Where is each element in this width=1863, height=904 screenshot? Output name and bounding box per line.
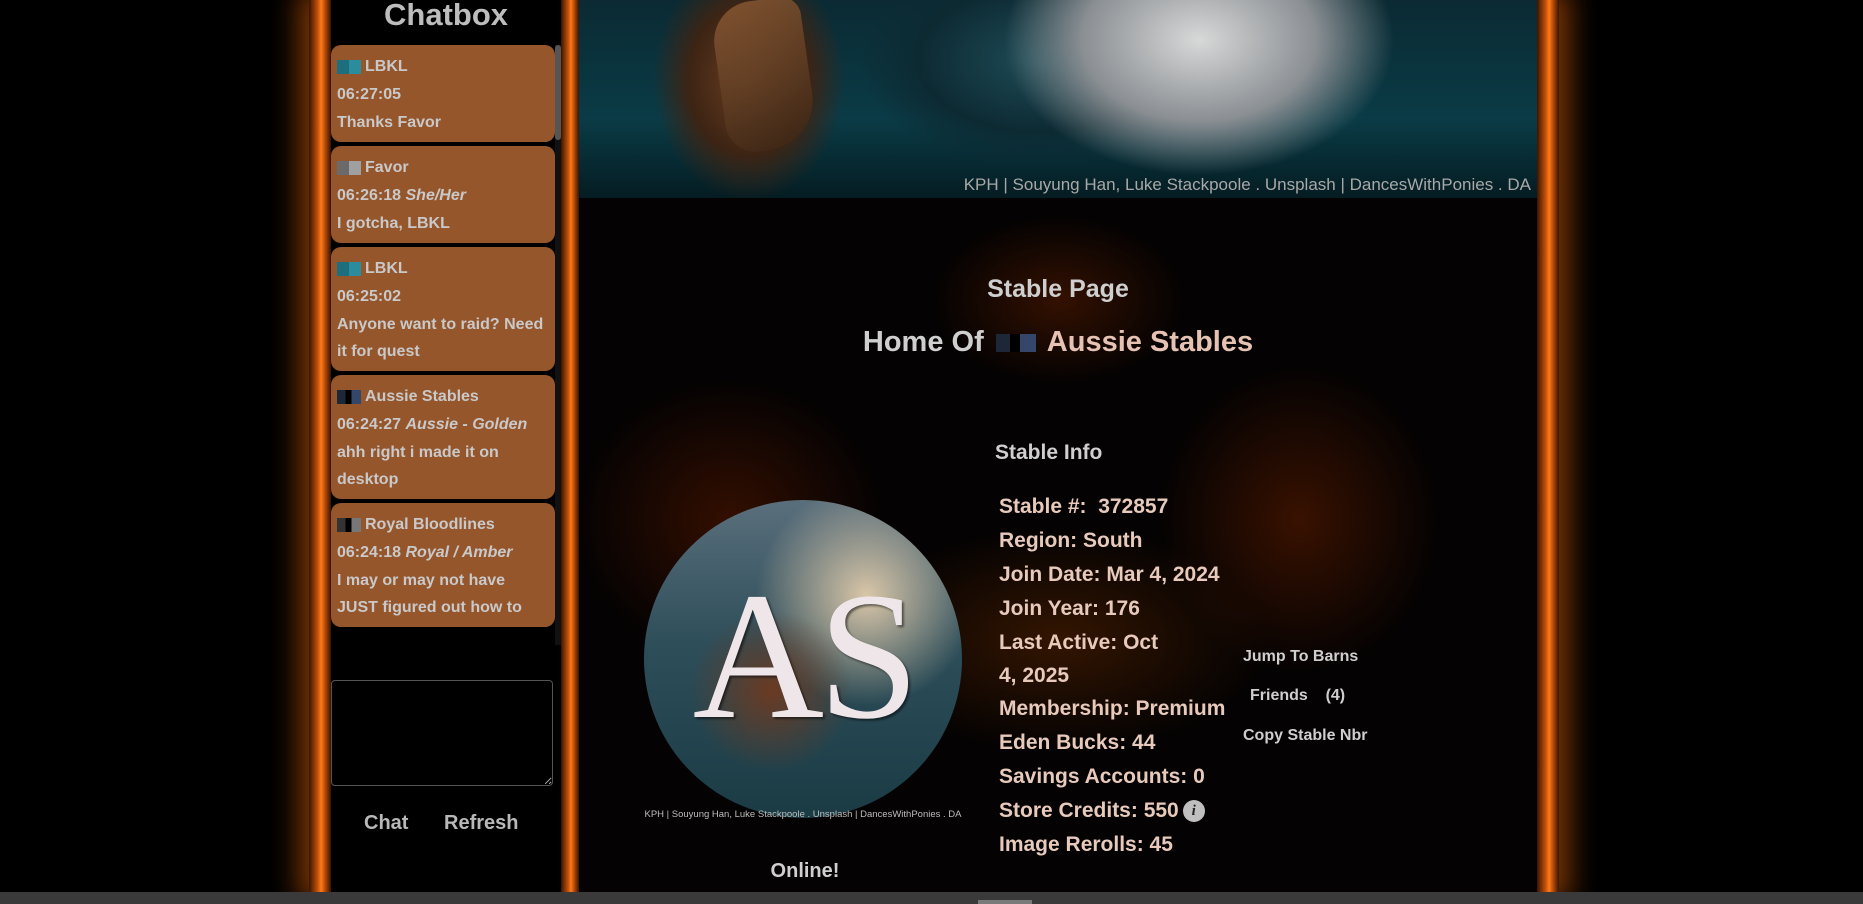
- chat-timestamp: 06:26:18: [337, 187, 402, 204]
- stable-eden-bucks: Eden Bucks: 44: [999, 731, 1156, 754]
- chat-message-input[interactable]: [331, 680, 553, 786]
- chat-username[interactable]: Favor: [365, 154, 409, 182]
- stable-logo-letters: AS: [692, 556, 920, 757]
- stable-store-credits: Store Credits: 550: [999, 799, 1179, 822]
- chat-message: Aussie Stables 06:24:27 Aussie - Golden …: [331, 375, 555, 499]
- stable-logo: AS: [644, 500, 962, 818]
- chat-message: LBKL 06:25:02 Anyone want to raid? Need …: [331, 247, 555, 371]
- logo-credit: KPH | Souyung Han, Luke Stackpoole . Uns…: [644, 809, 962, 820]
- stable-number: Stable #: 372857: [999, 495, 1169, 518]
- chat-timestamp: 06:27:05: [337, 86, 402, 103]
- chat-text: Thanks Favor: [337, 114, 442, 131]
- horizontal-scrollbar-thumb[interactable]: [978, 900, 1032, 904]
- stable-image-rerolls: Image Rerolls: 45: [999, 833, 1173, 856]
- chat-message: Royal Bloodlines 06:24:18 Royal / Amber …: [331, 503, 555, 627]
- user-flag-icon: [337, 161, 361, 175]
- chat-timestamp: 06:25:02: [337, 288, 402, 305]
- chat-pronouns: Royal / Amber: [405, 544, 513, 561]
- chat-timestamp: 06:24:27: [337, 416, 402, 433]
- copy-stable-number-link[interactable]: Copy Stable Nbr: [1243, 727, 1367, 745]
- frame-border-right: [1537, 0, 1559, 892]
- stable-info-list: Stable #: 372857 Region: South Join Date…: [999, 490, 1239, 862]
- user-flag-icon: [337, 60, 361, 74]
- chat-send-button[interactable]: Chat: [364, 812, 408, 835]
- stable-name: Aussie Stables: [1046, 326, 1254, 358]
- stable-last-active: Last Active: Oct 4, 2025: [999, 631, 1159, 687]
- banner-credit: KPH | Souyung Han, Luke Stackpoole . Uns…: [963, 175, 1531, 194]
- chat-scrollbar[interactable]: [555, 45, 561, 645]
- stable-join-date: Join Date: Mar 4, 2024: [999, 563, 1220, 586]
- stable-page-main: KPH | Souyung Han, Luke Stackpoole . Uns…: [579, 0, 1537, 892]
- stable-banner-image: KPH | Souyung Han, Luke Stackpoole . Uns…: [579, 0, 1537, 198]
- stable-join-year: Join Year: 176: [999, 597, 1140, 620]
- chat-username[interactable]: Royal Bloodlines: [365, 511, 495, 539]
- chat-username[interactable]: LBKL: [365, 255, 408, 283]
- page-title: Stable Page: [987, 275, 1129, 303]
- stable-info-title: Stable Info: [995, 441, 1103, 464]
- chat-message-list[interactable]: LBKL 06:27:05 Thanks Favor Favor 06:26:1…: [331, 45, 555, 645]
- frame-border-left: [309, 0, 331, 892]
- chatbox-title: Chatbox: [384, 0, 508, 32]
- user-flag-icon: [337, 262, 361, 276]
- chat-timestamp: 06:24:18: [337, 544, 402, 561]
- chat-text: ahh right i made it on desktop: [337, 444, 499, 488]
- chat-text: I gotcha, LBKL: [337, 215, 450, 232]
- jump-to-barns-link[interactable]: Jump To Barns: [1243, 648, 1358, 666]
- friends-link[interactable]: Friends (4): [1250, 687, 1345, 705]
- chat-username[interactable]: Aussie Stables: [365, 383, 479, 411]
- stable-region: Region: South: [999, 529, 1143, 552]
- chat-message: Favor 06:26:18 She/Her I gotcha, LBKL: [331, 146, 555, 243]
- friends-count: (4): [1325, 687, 1346, 704]
- user-flag-icon: [337, 518, 361, 532]
- chat-pronouns: She/Her: [405, 187, 466, 204]
- friends-label: Friends: [1250, 687, 1308, 704]
- stable-store-credits-row: Store Credits: 550 i: [999, 794, 1239, 828]
- stable-home-heading: Home Of Aussie Stables: [579, 326, 1537, 359]
- chat-text: Anyone want to raid? Need it for quest: [337, 316, 544, 360]
- frame-border-middle: [561, 0, 579, 892]
- user-flag-icon: [337, 390, 361, 404]
- stable-membership: Membership: Premium: [999, 697, 1226, 720]
- stable-flag-icon: [995, 334, 1036, 353]
- horizontal-scrollbar[interactable]: [0, 892, 1863, 904]
- banner-horse-shape: [708, 0, 820, 156]
- chat-username[interactable]: LBKL: [365, 53, 408, 81]
- chat-refresh-button[interactable]: Refresh: [444, 812, 518, 835]
- online-status: Online!: [770, 860, 840, 882]
- chat-scrollbar-thumb[interactable]: [555, 45, 561, 140]
- chat-text: I may or may not have JUST figured out h…: [337, 572, 522, 616]
- chat-pronouns: Aussie - Golden: [405, 416, 528, 433]
- chat-message: LBKL 06:27:05 Thanks Favor: [331, 45, 555, 142]
- home-prefix: Home Of: [862, 326, 984, 358]
- info-icon[interactable]: i: [1182, 800, 1205, 823]
- stable-savings-accounts: Savings Accounts: 0: [999, 765, 1205, 788]
